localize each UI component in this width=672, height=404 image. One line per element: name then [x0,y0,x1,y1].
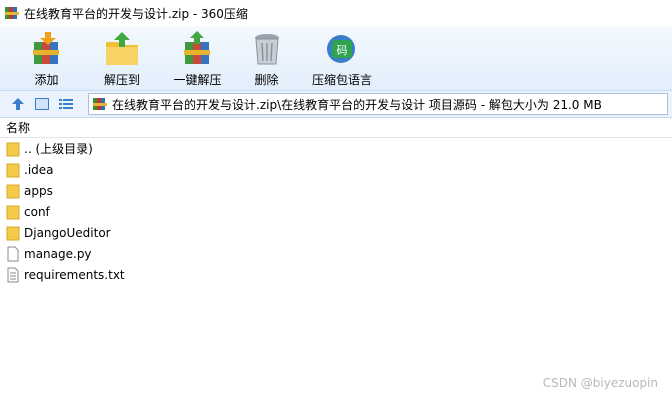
delete-label: 删除 [254,73,279,87]
trash-can-icon [254,34,279,65]
one-click-extract-label: 一键解压 [173,73,222,87]
up-button[interactable] [8,94,28,114]
list-item[interactable]: DjangoUeditor [0,222,672,243]
path-field[interactable]: 在线教育平台的开发与设计.zip\在线教育平台的开发与设计 项目源码 - 解包大… [88,93,668,115]
window-title: 在线教育平台的开发与设计.zip - 360压缩 [24,6,248,21]
folder-icon [6,142,20,156]
arrow-up-icon [12,98,24,110]
thumbnail-view-icon [35,98,49,110]
list-item[interactable]: conf [0,201,672,222]
list-view-button[interactable] [56,94,76,114]
delete-button[interactable]: 删除 [232,26,301,90]
list-item[interactable]: manage.py [0,243,672,264]
archive-language-label: 压缩包语言 [311,73,372,87]
list-item-name: DjangoUeditor [24,225,111,240]
list-item-name: requirements.txt [24,267,125,282]
add-books-icon [32,32,59,64]
list-item-name: manage.py [24,246,92,261]
list-item-name: conf [24,204,50,219]
thumbnail-view-button[interactable] [32,94,52,114]
column-name-label: 名称 [6,121,31,135]
archive-icon [5,7,19,19]
text-file-icon [7,267,19,282]
address-bar: 在线教育平台的开发与设计.zip\在线教育平台的开发与设计 项目源码 - 解包大… [0,90,672,118]
file-list: 名称 .. (上级目录) .idea apps conf DjangoUedit… [0,118,672,404]
list-view-icon [59,99,73,109]
folder-icon [6,226,20,240]
language-code-icon: 码 [327,35,355,63]
add-button[interactable]: 添加 [12,26,81,90]
list-item-name: .. (上级目录) [24,142,93,156]
extract-to-label: 解压到 [103,73,140,87]
one-click-extract-icon [183,31,210,64]
archive-language-button[interactable]: 码 压缩包语言 [301,26,383,90]
list-item[interactable]: apps [0,180,672,201]
path-text: 在线教育平台的开发与设计.zip\在线教育平台的开发与设计 项目源码 - 解包大… [112,97,602,112]
one-click-extract-button[interactable]: 一键解压 [163,26,232,90]
title-bar: 在线教育平台的开发与设计.zip - 360压缩 [0,0,672,26]
svg-text:码: 码 [337,44,348,57]
list-item-name: apps [24,183,53,198]
extract-to-button[interactable]: 解压到 [81,26,163,90]
add-label: 添加 [34,73,59,87]
archive-icon [93,98,107,110]
toolbar: 添加 解压到 一键解压 删除 码 压缩包语言 [0,26,672,90]
list-item-parent[interactable]: .. (上级目录) [0,138,672,159]
list-item[interactable]: .idea [0,159,672,180]
folder-icon [6,184,20,198]
column-header-name[interactable]: 名称 [0,118,672,138]
list-item[interactable]: requirements.txt [0,264,672,285]
folder-icon [6,163,20,177]
list-item-name: .idea [24,162,54,177]
folder-icon [6,205,20,219]
watermark: CSDN @biyezuopin [542,376,658,390]
extract-folder-icon [106,32,138,65]
file-icon [7,246,19,261]
